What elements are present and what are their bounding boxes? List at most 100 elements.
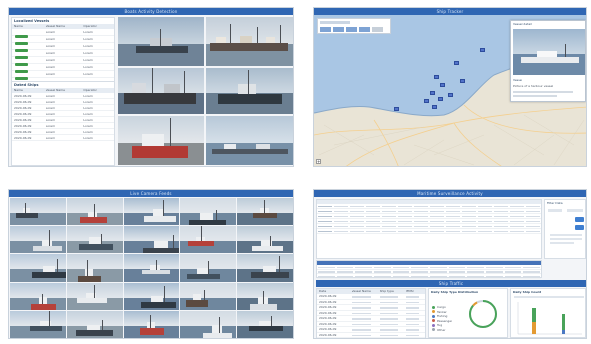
status-button[interactable] — [15, 76, 28, 80]
camera-image[interactable] — [118, 68, 204, 114]
camera-feed[interactable] — [180, 226, 237, 254]
camera-feed[interactable] — [10, 282, 66, 310]
camera-feed[interactable] — [237, 226, 293, 254]
cell: 2020-06-09 — [319, 310, 337, 315]
camera-feed[interactable] — [237, 310, 293, 338]
cell: 2020-06-09 — [14, 135, 32, 140]
panel-title-bar: Maritime Surveillance Activity — [314, 190, 586, 197]
cell: 2020-06-09 — [319, 305, 337, 309]
maritime-activity-panel: Maritime Surveillance Activity Filter Da… — [313, 189, 587, 339]
panel-title-bar: Boats Activity Detection — [9, 8, 293, 15]
legend-label: Passenger — [437, 318, 453, 323]
cell: Lorem — [83, 30, 93, 34]
table-row[interactable]: 2020-06-09 — [317, 332, 425, 338]
map-filter-button[interactable] — [320, 27, 331, 32]
vessel-marker[interactable] — [434, 75, 439, 79]
stats-table — [316, 199, 542, 259]
vessel-marker[interactable] — [432, 105, 437, 109]
camera-feed[interactable] — [123, 282, 180, 310]
cell: Lorem — [83, 105, 93, 110]
camera-feed[interactable] — [66, 226, 123, 254]
cell: Lorem — [45, 44, 56, 48]
column-header: Vessel Name — [45, 88, 65, 92]
filter-title: Filter Data — [547, 201, 563, 205]
vessel-table-area: Localized Vessels Name Vessel Name Opera… — [11, 17, 115, 166]
camera-feed[interactable] — [66, 310, 123, 338]
vessel-marker[interactable] — [454, 61, 459, 65]
camera-feed[interactable] — [66, 198, 123, 226]
map-filter-button[interactable] — [346, 27, 357, 32]
cell: Lorem — [83, 117, 93, 122]
vessel-marker[interactable] — [440, 83, 445, 87]
vessel-marker[interactable] — [424, 99, 429, 103]
cell: Lorem — [45, 93, 56, 98]
panel-title-bar: Ship Tracker — [314, 8, 586, 15]
table-row — [317, 274, 541, 279]
table-row[interactable]: Lorem Lorem — [12, 71, 114, 80]
panel-title-bar: Live Camera Feeds — [9, 190, 293, 197]
camera-feed[interactable] — [180, 282, 237, 310]
camera-image[interactable] — [206, 68, 293, 114]
camera-feed[interactable] — [237, 198, 293, 226]
map-filter-button[interactable] — [359, 27, 370, 32]
camera-feed[interactable] — [180, 198, 237, 226]
cell: Lorem — [83, 123, 93, 128]
popup-title: Vessel detail — [513, 22, 532, 26]
cell: Lorem — [45, 105, 56, 110]
camera-image[interactable] — [206, 116, 293, 165]
cell: Lorem — [45, 51, 56, 55]
camera-image[interactable] — [118, 116, 204, 165]
column-header: Operator — [83, 24, 97, 28]
legend-swatch — [432, 305, 435, 309]
map-view[interactable]: + Vessel detail Vessel Picture of a harb… — [314, 15, 586, 166]
camera-feed[interactable] — [123, 226, 180, 254]
legend-swatch — [432, 319, 435, 322]
camera-feed[interactable] — [123, 198, 180, 226]
camera-feed[interactable] — [123, 254, 180, 282]
map-filter-button[interactable] — [372, 27, 383, 32]
cell: 2020-06-09 — [319, 332, 337, 337]
vessel-marker[interactable] — [430, 91, 435, 95]
camera-feed[interactable] — [10, 226, 66, 254]
row-action[interactable] — [12, 65, 46, 84]
camera-image[interactable] — [206, 17, 293, 66]
camera-feed[interactable] — [237, 282, 293, 310]
camera-feed[interactable] — [10, 254, 66, 282]
apply-button[interactable] — [575, 217, 584, 222]
vessel-marker[interactable] — [480, 48, 485, 52]
legend-swatch — [432, 310, 435, 313]
column-header: Vessel Name — [45, 24, 65, 28]
cell: Lorem — [83, 135, 93, 140]
zoom-control[interactable]: + — [316, 159, 321, 164]
popup-subtext: Picture of a harbour vessel — [513, 84, 554, 88]
cell: 2020-06-09 — [319, 299, 337, 304]
cell: 2020-06-09 — [14, 111, 32, 116]
vessel-marker[interactable] — [438, 97, 443, 101]
popup-image — [513, 29, 585, 75]
vessel-marker[interactable] — [460, 79, 465, 83]
summary-table — [316, 260, 542, 279]
camera-feed[interactable] — [66, 282, 123, 310]
camera-feed[interactable] — [180, 254, 237, 282]
cell: Lorem — [83, 99, 93, 104]
cell: 2020-06-09 — [319, 321, 337, 326]
map-filter-button[interactable] — [333, 27, 344, 32]
sub-title-bar: Ship Traffic — [316, 280, 586, 287]
camera-feed[interactable] — [123, 310, 180, 338]
cell: Lorem — [83, 58, 93, 62]
camera-feed[interactable] — [180, 310, 237, 338]
camera-feed[interactable] — [66, 254, 123, 282]
vessel-marker[interactable] — [394, 107, 399, 111]
vessel-marker[interactable] — [448, 93, 453, 97]
camera-feed[interactable] — [237, 254, 293, 282]
cell: Lorem — [83, 93, 93, 98]
camera-feed[interactable] — [10, 198, 66, 226]
legend-label: Tug — [437, 323, 443, 327]
cell: 2020-06-09 — [14, 129, 32, 134]
reset-button[interactable] — [575, 225, 584, 230]
cell: Lorem — [83, 51, 93, 55]
camera-feed[interactable] — [10, 310, 66, 338]
camera-image[interactable] — [118, 17, 204, 66]
legend-swatch — [432, 323, 435, 327]
table-row[interactable]: 2020-06-09 Lorem Lorem — [12, 135, 114, 141]
